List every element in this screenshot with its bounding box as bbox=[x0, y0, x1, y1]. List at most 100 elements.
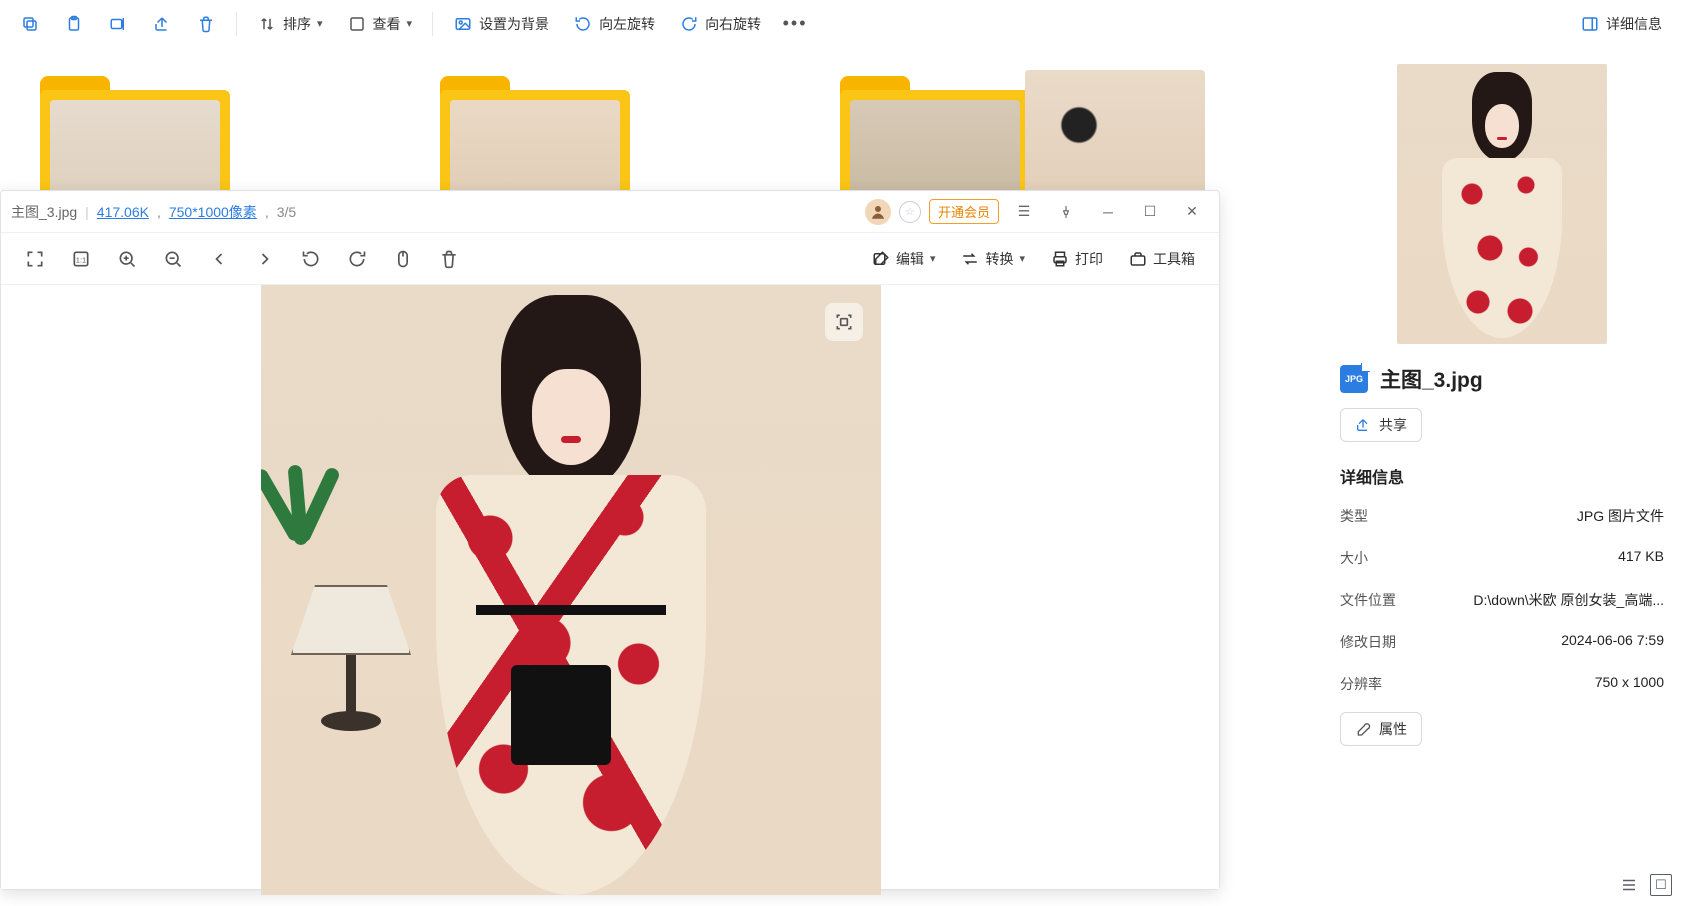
chevron-down-icon: ▾ bbox=[317, 17, 323, 30]
convert-label: 转换 bbox=[985, 249, 1013, 269]
grid-view-icon[interactable]: ☐ bbox=[1650, 874, 1672, 896]
vip-label: 开通会员 bbox=[938, 205, 990, 220]
user-avatar[interactable] bbox=[865, 199, 891, 225]
displayed-image bbox=[261, 285, 881, 895]
detail-row-location: 文件位置 D:\down\米欧 原创女装_高端... bbox=[1340, 586, 1664, 614]
details-preview-image bbox=[1397, 64, 1607, 344]
detail-row-size: 大小 417 KB bbox=[1340, 544, 1664, 572]
copy-icon bbox=[20, 14, 40, 34]
view-button[interactable]: 查看 ▾ bbox=[337, 6, 423, 42]
image-viewer-window: 主图_3.jpg | 417.06K , 750*1000像素 , 3/5 ☆ … bbox=[0, 190, 1220, 890]
attributes-button[interactable]: 属性 bbox=[1340, 712, 1422, 746]
view-label: 查看 bbox=[373, 14, 401, 34]
detail-key: 修改日期 bbox=[1340, 632, 1396, 652]
rotate-ccw-icon[interactable] bbox=[291, 239, 331, 279]
next-image-icon[interactable] bbox=[245, 239, 285, 279]
detail-value: 2024-06-06 7:59 bbox=[1561, 632, 1664, 652]
toolbox-label: 工具箱 bbox=[1153, 249, 1195, 269]
sort-button[interactable]: 排序 ▾ bbox=[247, 6, 333, 42]
edit-label: 编辑 bbox=[896, 249, 924, 269]
minimize-button[interactable]: ─ bbox=[1091, 195, 1125, 229]
mouse-icon[interactable] bbox=[383, 239, 423, 279]
detail-value: D:\down\米欧 原创女装_高端... bbox=[1473, 590, 1664, 610]
copy-button[interactable] bbox=[10, 6, 50, 42]
edit-button[interactable]: 编辑 ▾ bbox=[862, 239, 946, 279]
maximize-button[interactable]: ☐ bbox=[1133, 195, 1167, 229]
menu-icon[interactable]: ☰ bbox=[1007, 195, 1041, 229]
zoom-in-icon[interactable] bbox=[107, 239, 147, 279]
model-figure bbox=[421, 295, 721, 895]
list-view-icon[interactable] bbox=[1618, 874, 1640, 896]
more-icon: ••• bbox=[785, 14, 805, 34]
share-button[interactable]: 共享 bbox=[1340, 408, 1422, 442]
viewer-canvas[interactable] bbox=[1, 285, 1219, 889]
print-label: 打印 bbox=[1075, 249, 1103, 269]
rotate-left-button[interactable]: 向左旋转 bbox=[563, 6, 665, 42]
account-badge[interactable]: ☆ bbox=[899, 201, 921, 223]
print-button[interactable]: 打印 bbox=[1041, 239, 1113, 279]
convert-button[interactable]: 转换 ▾ bbox=[951, 239, 1035, 279]
ocr-icon[interactable] bbox=[825, 303, 863, 341]
details-panel: JPG 主图_3.jpg 共享 详细信息 类型 JPG 图片文件 大小 417 … bbox=[1322, 60, 1682, 906]
detail-row-type: 类型 JPG 图片文件 bbox=[1340, 502, 1664, 530]
sort-icon bbox=[257, 14, 277, 34]
pin-icon[interactable] bbox=[1049, 195, 1083, 229]
detail-value: 750 x 1000 bbox=[1595, 674, 1664, 694]
explorer-top-toolbar: 排序 ▾ 查看 ▾ 设置为背景 向左旋转 向右旋转 ••• 详细信息 bbox=[0, 0, 1682, 48]
open-vip-button[interactable]: 开通会员 bbox=[929, 199, 999, 224]
view-icon bbox=[347, 14, 367, 34]
rotate-left-label: 向左旋转 bbox=[599, 14, 655, 34]
details-icon bbox=[1580, 14, 1600, 34]
viewer-titlebar: 主图_3.jpg | 417.06K , 750*1000像素 , 3/5 ☆ … bbox=[1, 191, 1219, 233]
rotate-cw-icon[interactable] bbox=[337, 239, 377, 279]
viewer-index: 3/5 bbox=[277, 204, 296, 220]
jpg-badge-icon: JPG bbox=[1340, 365, 1368, 393]
detail-key: 分辨率 bbox=[1340, 674, 1382, 694]
details-label: 详细信息 bbox=[1606, 14, 1662, 34]
toolbox-button[interactable]: 工具箱 bbox=[1119, 239, 1205, 279]
details-section-title: 详细信息 bbox=[1340, 464, 1664, 488]
viewer-resolution[interactable]: 750*1000像素 bbox=[169, 202, 257, 222]
toolbar-separator bbox=[236, 12, 237, 36]
rename-button[interactable] bbox=[98, 6, 138, 42]
clipboard-icon bbox=[64, 14, 84, 34]
image-icon bbox=[453, 14, 473, 34]
more-button[interactable]: ••• bbox=[775, 6, 815, 42]
paste-button[interactable] bbox=[54, 6, 94, 42]
rename-icon bbox=[108, 14, 128, 34]
share-icon bbox=[152, 14, 172, 34]
viewer-filesize[interactable]: 417.06K bbox=[97, 204, 149, 220]
delete-button[interactable] bbox=[186, 6, 226, 42]
detail-value: JPG 图片文件 bbox=[1577, 506, 1664, 526]
toolbar-separator bbox=[432, 12, 433, 36]
share-button[interactable] bbox=[142, 6, 182, 42]
trash-icon bbox=[196, 14, 216, 34]
detail-key: 类型 bbox=[1340, 506, 1368, 526]
rotate-right-label: 向右旋转 bbox=[705, 14, 761, 34]
rotate-left-icon bbox=[573, 14, 593, 34]
set-as-background-button[interactable]: 设置为背景 bbox=[443, 6, 559, 42]
svg-text:1:1: 1:1 bbox=[76, 255, 86, 264]
details-panel-toggle[interactable]: 详细信息 bbox=[1570, 6, 1672, 42]
viewer-toolbar: 1:1 编辑 ▾ bbox=[1, 233, 1219, 285]
prev-image-icon[interactable] bbox=[199, 239, 239, 279]
view-switch: ☐ bbox=[1618, 874, 1672, 896]
close-button[interactable]: ✕ bbox=[1175, 195, 1209, 229]
lamp-decoration bbox=[291, 585, 411, 765]
file-title-row: JPG 主图_3.jpg bbox=[1340, 364, 1664, 394]
detail-row-modified: 修改日期 2024-06-06 7:59 bbox=[1340, 628, 1664, 656]
delete-image-icon[interactable] bbox=[429, 239, 469, 279]
detail-row-resolution: 分辨率 750 x 1000 bbox=[1340, 670, 1664, 698]
detail-key: 文件位置 bbox=[1340, 590, 1396, 610]
zoom-out-icon[interactable] bbox=[153, 239, 193, 279]
set-as-bg-label: 设置为背景 bbox=[479, 14, 549, 34]
fullscreen-icon[interactable] bbox=[15, 239, 55, 279]
chevron-down-icon: ▾ bbox=[1019, 252, 1025, 265]
attributes-label: 属性 bbox=[1379, 719, 1407, 739]
sort-label: 排序 bbox=[283, 14, 311, 34]
viewer-filename: 主图_3.jpg bbox=[11, 202, 77, 222]
rotate-right-button[interactable]: 向右旋转 bbox=[669, 6, 771, 42]
detail-value: 417 KB bbox=[1618, 548, 1664, 568]
fit-to-screen-icon[interactable]: 1:1 bbox=[61, 239, 101, 279]
share-label: 共享 bbox=[1379, 415, 1407, 435]
